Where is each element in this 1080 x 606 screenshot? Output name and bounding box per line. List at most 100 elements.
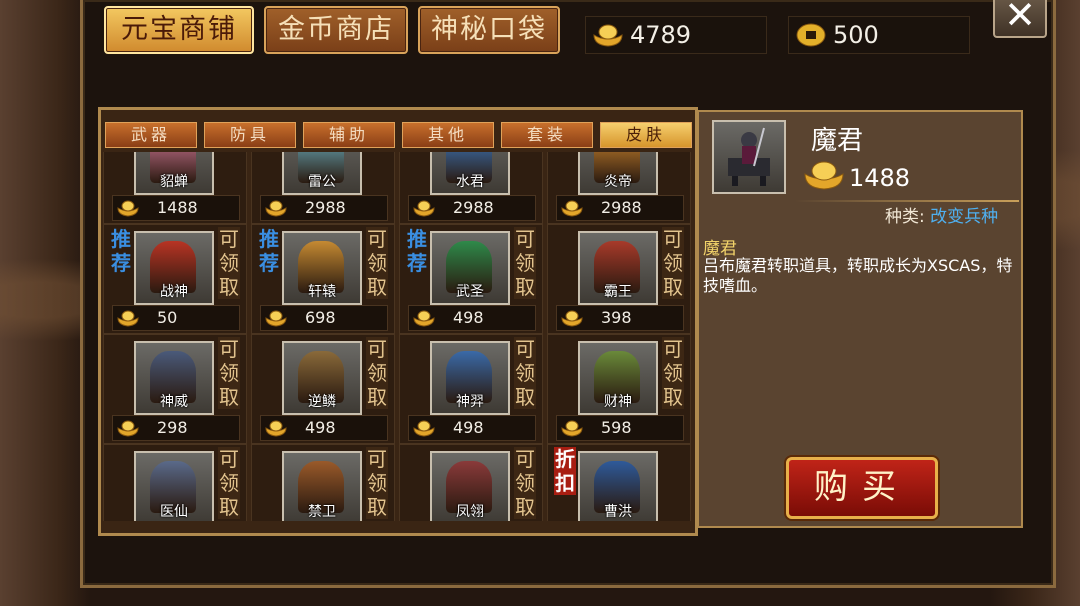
gold-ingot-icon <box>561 200 583 217</box>
category-tab-armor[interactable]: 防具 <box>204 122 296 148</box>
description-text: 吕布魔君转职道具，转职成长为XSCAS，特技嗜血。 <box>703 256 1013 295</box>
kind-value: 改变兵种 <box>930 207 999 227</box>
gold-ingot-icon <box>804 161 844 190</box>
claimable-tag: 可领取 <box>662 227 684 299</box>
item-name: 战神 <box>160 284 188 300</box>
item-price-bar: 2988 <box>408 195 536 221</box>
category-tab-other[interactable]: 其他 <box>402 122 494 148</box>
item-name: 凤翎 <box>456 504 484 520</box>
claimable-tag: 可领取 <box>366 337 388 409</box>
gold-ingot-icon <box>561 310 583 327</box>
item-price: 298 <box>157 418 188 437</box>
dark-knight-figure-icon <box>728 127 770 186</box>
item-name: 财神 <box>604 394 632 410</box>
tab-ingot-shop[interactable]: 元宝商铺 <box>104 6 254 54</box>
gold-ingot-icon <box>265 200 287 217</box>
item-name: 貂蝉 <box>160 174 188 190</box>
item-price: 598 <box>601 418 632 437</box>
item-name: 逆鳞 <box>308 394 336 410</box>
category-tab-set[interactable]: 套装 <box>501 122 593 148</box>
item-cell[interactable]: 雷公取2988 <box>251 152 395 224</box>
item-price: 498 <box>453 308 484 327</box>
item-name: 霸王 <box>604 284 632 300</box>
item-price: 2988 <box>305 198 346 217</box>
tab-mystery-bag[interactable]: 神秘口袋 <box>418 6 560 54</box>
item-price-bar: 1488 <box>112 195 240 221</box>
item-price: 50 <box>157 308 178 327</box>
gold-ingot-icon <box>265 310 287 327</box>
gold-ingot-icon <box>561 420 583 437</box>
gold-ingot-icon <box>413 200 435 217</box>
ingot-balance: 4789 <box>585 16 767 54</box>
item-cell[interactable]: 禁卫 可领取 <box>251 444 395 521</box>
item-price: 2988 <box>601 198 642 217</box>
coin-value: 500 <box>833 21 879 49</box>
claimable-tag: 可领取 <box>218 227 240 299</box>
gold-ingot-icon <box>413 420 435 437</box>
item-cell[interactable]: 医仙 可领取 <box>103 444 247 521</box>
gold-coin-icon <box>796 23 826 47</box>
item-price-bar: 598 <box>556 415 684 441</box>
gold-ingot-icon <box>117 310 139 327</box>
discount-tag: 折扣 <box>554 447 576 495</box>
detail-name: 魔君 <box>811 126 864 156</box>
item-cell[interactable]: 炎帝取2988 <box>547 152 691 224</box>
claimable-tag: 可领取 <box>514 337 536 409</box>
item-price-bar: 2988 <box>260 195 388 221</box>
item-name: 轩辕 <box>308 284 336 300</box>
detail-price: 1488 <box>849 164 911 192</box>
claimable-tag: 可领取 <box>514 447 536 519</box>
item-name: 炎帝 <box>604 174 632 190</box>
item-cell[interactable]: 神威 可领取 298 <box>103 334 247 444</box>
category-tab-weapon[interactable]: 武器 <box>105 122 197 148</box>
buy-button[interactable]: 购买 <box>786 457 938 519</box>
claimable-tag: 可领取 <box>514 227 536 299</box>
item-price: 498 <box>453 418 484 437</box>
item-cell[interactable]: 神羿 可领取 498 <box>399 334 543 444</box>
item-cell[interactable]: 霸王 可领取 398 <box>547 224 691 334</box>
item-grid: 貂蝉取1488雷公取2988水君取2988炎帝取2988战神可领取推荐50轩辕可… <box>103 152 691 521</box>
item-price: 698 <box>305 308 336 327</box>
kind-label: 种类: <box>885 207 925 227</box>
item-price-bar: 50 <box>112 305 240 331</box>
claimable-tag: 可领取 <box>218 337 240 409</box>
item-name: 曹洪 <box>604 504 632 520</box>
item-price: 398 <box>601 308 632 327</box>
item-name: 医仙 <box>160 504 188 520</box>
gold-ingot-icon <box>117 420 139 437</box>
item-cell[interactable]: 凤翎 可领取 <box>399 444 543 521</box>
item-price-bar: 2988 <box>556 195 684 221</box>
gold-ingot-icon <box>265 420 287 437</box>
ingot-value: 4789 <box>630 21 692 49</box>
close-button[interactable]: ✕ <box>993 0 1047 38</box>
recommend-tag: 推荐 <box>259 227 279 275</box>
tab-coin-shop[interactable]: 金币商店 <box>264 6 408 54</box>
gold-ingot-icon <box>117 200 139 217</box>
gold-ingot-icon <box>413 310 435 327</box>
item-cell[interactable]: 战神 可领取 推荐 50 <box>103 224 247 334</box>
item-price: 1488 <box>157 198 198 217</box>
item-name: 水君 <box>456 174 484 190</box>
item-cell[interactable]: 武圣 可领取 推荐 498 <box>399 224 543 334</box>
claimable-tag: 可领取 <box>366 447 388 519</box>
item-cell[interactable]: 貂蝉取1488 <box>103 152 247 224</box>
claimable-tag: 可领取 <box>662 337 684 409</box>
item-price-bar: 498 <box>408 305 536 331</box>
category-tab-support[interactable]: 辅助 <box>303 122 395 148</box>
item-price-bar: 298 <box>112 415 240 441</box>
item-price-bar: 698 <box>260 305 388 331</box>
item-name: 雷公 <box>308 174 336 190</box>
claimable-tag: 可领取 <box>366 227 388 299</box>
item-cell[interactable]: 逆鳞 可领取 498 <box>251 334 395 444</box>
category-tab-skin[interactable]: 皮肤 <box>600 122 692 148</box>
item-cell[interactable]: 财神 可领取 598 <box>547 334 691 444</box>
item-price: 2988 <box>453 198 494 217</box>
recommend-tag: 推荐 <box>111 227 131 275</box>
item-price: 498 <box>305 418 336 437</box>
claimable-tag: 可领取 <box>218 447 240 519</box>
item-name: 神羿 <box>456 394 484 410</box>
item-price-bar: 498 <box>408 415 536 441</box>
item-cell[interactable]: 水君取2988 <box>399 152 543 224</box>
item-cell[interactable]: 曹洪 折扣 <box>547 444 691 521</box>
item-cell[interactable]: 轩辕 可领取 推荐 698 <box>251 224 395 334</box>
